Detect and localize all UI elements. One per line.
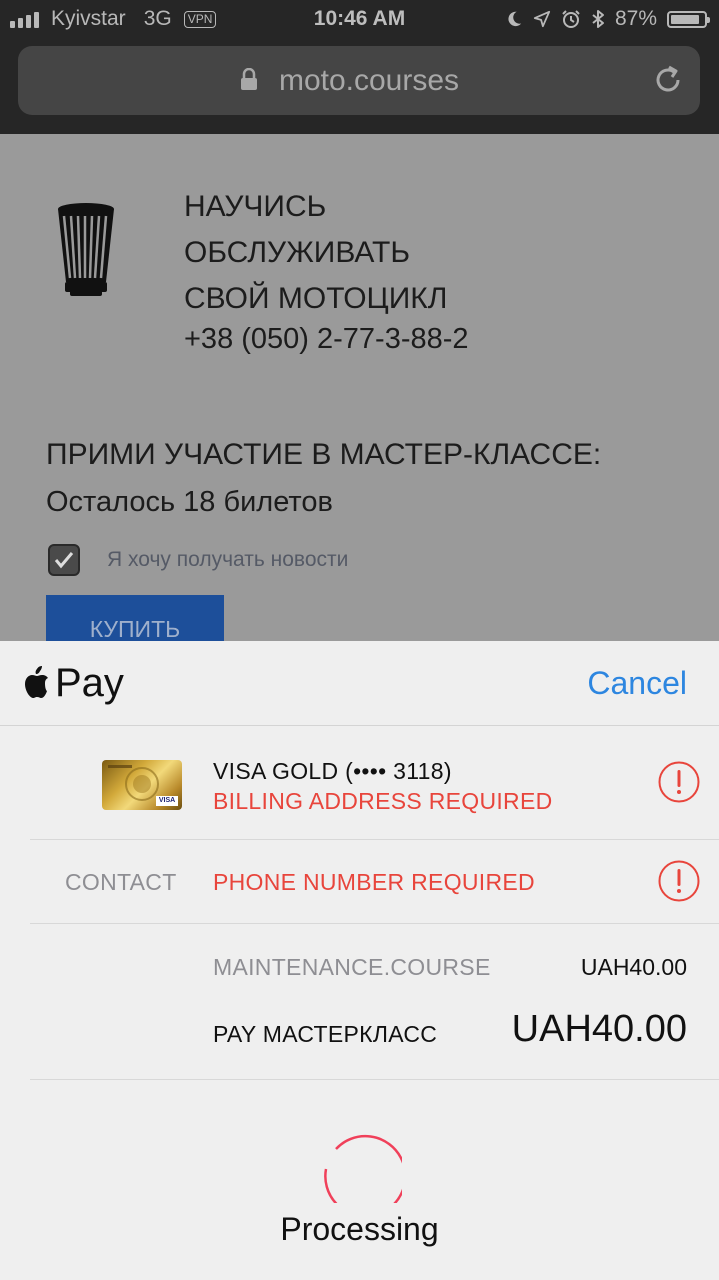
sheet-header: Pay Cancel [0,641,719,726]
apple-pay-sheet: Pay Cancel VISA VISA GOLD (•••• 3118) BI… [0,641,719,1280]
phone-number[interactable]: +38 (050) 2-77-3-88-2 [184,323,469,356]
apple-pay-title: Pay [55,661,124,705]
status-right: 87% [505,7,710,31]
card-alert-icon[interactable] [658,761,700,803]
section-heading: ПРИМИ УЧАСТИЕ В МАСТЕР-КЛАССЕ: [46,438,602,471]
cancel-button[interactable]: Cancel [587,665,687,702]
moon-icon [508,11,522,27]
reload-icon[interactable] [652,64,684,96]
bluetooth-icon [592,10,604,28]
web-page: НАУЧИСЬ ОБСЛУЖИВАТЬ СВОЙ МОТОЦИКЛ +38 (0… [0,134,719,655]
checkmark-icon [54,552,74,569]
newsletter-label: Я хочу получать новости [107,548,349,571]
location-icon [533,10,551,28]
brand-title: НАУЧИСЬ ОБСЛУЖИВАТЬ СВОЙ МОТОЦИКЛ [184,184,447,322]
brand-line: НАУЧИСЬ [184,190,327,223]
apple-logo-icon [25,666,48,698]
contact-row[interactable]: CONTACT PHONE NUMBER REQUIRED [30,840,719,924]
processing-spinner-icon [324,1134,402,1203]
brand-line: СВОЙ МОТОЦИКЛ [184,282,448,315]
alarm-icon [562,10,580,28]
browser-chrome: Kyivstar 3G VPN 10:46 AM 87% moto.course… [0,0,719,134]
brand-line: ОБСЛУЖИВАТЬ [184,236,411,269]
battery-icon [667,10,710,28]
card-row[interactable]: VISA VISA GOLD (•••• 3118) BILLING ADDRE… [30,726,719,840]
address-bar[interactable]: moto.courses [18,46,700,115]
status-bar: Kyivstar 3G VPN 10:46 AM 87% [0,0,719,40]
processing-label: Processing [280,1211,439,1247]
billing-address-error: BILLING ADDRESS REQUIRED [213,788,553,814]
visa-logo-icon: VISA [156,796,178,806]
line-item-name: MAINTENANCE.COURSE [213,954,491,980]
line-item-price: UAH40.00 [580,954,687,980]
pay-total: UAH40.00 [511,1008,687,1050]
visa-card-thumbnail: VISA [102,760,182,810]
summary-row: MAINTENANCE.COURSE UAH40.00 PAY МАСТЕРКЛ… [30,924,719,1080]
air-filter-logo-icon [58,203,114,296]
pay-label: PAY МАСТЕРКЛАСС [213,1021,438,1047]
contact-alert-icon[interactable] [658,860,700,902]
url-text: moto.courses [278,64,460,97]
tickets-left: Осталось 18 билетов [46,486,333,518]
newsletter-checkbox[interactable] [48,544,80,576]
phone-number-error: PHONE NUMBER REQUIRED [213,869,535,895]
card-name: VISA GOLD (•••• 3118) [213,758,452,784]
contact-label: CONTACT [65,869,177,895]
battery-percent: 87% [614,7,657,30]
